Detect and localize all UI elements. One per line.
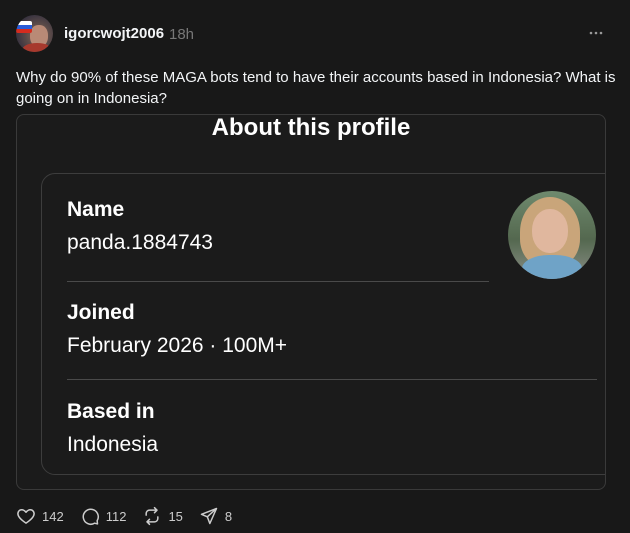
name-label: Name (67, 198, 125, 221)
profile-info-card: Name panda.1884743 Joined February 2026 … (41, 173, 605, 475)
author-username[interactable]: igorcwojt2006 (64, 25, 164, 42)
avatar-shirt (22, 43, 52, 52)
profile-photo (508, 191, 596, 279)
photo-clothing (522, 255, 582, 279)
send-icon (200, 507, 218, 525)
repost-button[interactable]: 15 (142, 506, 183, 526)
about-profile-title: About this profile (211, 114, 411, 141)
joined-label: Joined (67, 301, 135, 324)
share-count: 8 (224, 508, 233, 524)
more-horizontal-icon[interactable] (588, 25, 604, 41)
like-count: 142 (42, 508, 64, 524)
name-value: panda.1884743 (67, 231, 213, 254)
comment-icon (82, 508, 99, 526)
post-timestamp[interactable]: 18h (169, 26, 194, 43)
post-image[interactable]: About this profile Name panda.1884743 Jo… (16, 114, 606, 490)
post-text: Why do 90% of these MAGA bots tend to ha… (16, 69, 616, 107)
reply-button[interactable]: 112 (80, 506, 127, 526)
photo-face (532, 209, 568, 253)
divider (67, 281, 489, 282)
heart-icon (17, 509, 35, 524)
thread-post: igorcwojt2006 18h Why do 90% of these MA… (0, 0, 630, 533)
based-in-label: Based in (67, 400, 155, 423)
repost-icon (145, 506, 160, 526)
divider (67, 379, 597, 380)
author-avatar[interactable] (16, 15, 53, 52)
based-in-value: Indonesia (67, 433, 159, 456)
flag-icon (16, 21, 32, 33)
share-button[interactable]: 8 (199, 506, 232, 526)
repost-count: 15 (168, 508, 183, 524)
joined-value: February 2026 · 100M+ (67, 334, 288, 357)
reply-count: 112 (105, 508, 127, 524)
like-button[interactable]: 142 (16, 506, 64, 526)
action-bar: 142 112 15 8 (16, 505, 248, 527)
